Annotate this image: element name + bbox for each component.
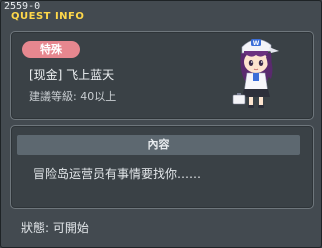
quest-category-badge: 特殊 [22, 41, 80, 58]
quest-name: [现金] 飞上蓝天 [29, 68, 115, 82]
npc-character-icon: W [232, 39, 279, 108]
title-bar[interactable]: 2559-0 QUEST INFO [1, 1, 321, 24]
svg-text:W: W [253, 40, 260, 47]
content-section-header: 內容 [17, 135, 300, 155]
quest-description: 冒险岛运营员有事情要找你…… [33, 167, 202, 181]
recommended-level: 建議等級: 40以上 [29, 90, 117, 103]
window-title: QUEST INFO [11, 11, 85, 22]
quest-status: 狀態: 可開始 [21, 221, 89, 235]
quest-info-window: 2559-0 QUEST INFO 特殊 [现金] 飞上蓝天 建議等級: 40以… [0, 0, 322, 248]
